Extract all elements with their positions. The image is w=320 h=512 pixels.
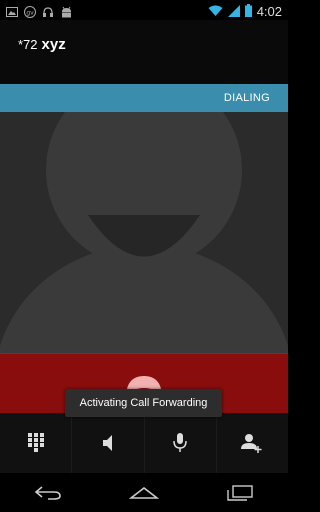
contact-name: xyz [41,36,66,53]
in-call-controls [0,413,288,473]
call-state-label: DIALING [223,92,270,104]
toast-notification: Activating Call Forwarding [65,389,222,417]
battery-icon [244,2,252,21]
call-state-bar: DIALING [0,84,288,112]
home-button[interactable] [114,478,174,508]
caller-header: *72 xyz [0,20,288,84]
clock: 4:02 [256,4,282,19]
svg-text:gv: gv [26,9,34,16]
system-icons: 4:02 [208,2,282,21]
dialpad-button[interactable] [0,413,73,473]
default-avatar-icon [0,112,288,353]
speaker-button[interactable] [72,413,145,473]
mute-icon [173,433,187,452]
add-call-button[interactable] [217,413,288,473]
speaker-icon [102,435,112,451]
add-call-icon [241,434,262,453]
caller-name: *72 xyz [18,36,66,53]
signal-icon [227,2,240,21]
recents-icon [227,484,253,501]
recents-button[interactable] [210,478,270,508]
home-icon [129,486,159,499]
dial-prefix: *72 [18,37,38,52]
mute-button[interactable] [145,413,217,473]
back-icon [34,485,61,500]
navigation-bar [0,473,288,512]
wifi-icon [208,2,223,21]
dialpad-icon [27,433,44,452]
status-bar: gv 4:02 [0,0,288,20]
back-button[interactable] [18,478,78,508]
toast-message: Activating Call Forwarding [79,397,208,409]
contact-photo [0,112,288,353]
